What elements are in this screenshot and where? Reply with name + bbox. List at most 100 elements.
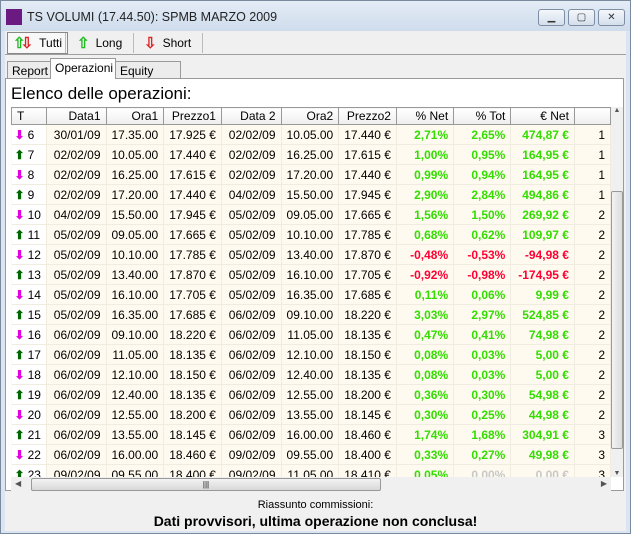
table-row[interactable]: ⬆ 15 05/02/09 16.35.00 17.685 €06/02/09 09.10…	[11, 304, 611, 325]
horizontal-scrollbar[interactable]: ◀ ||| ▶	[11, 477, 611, 492]
cell-p2: 18.135 €	[338, 364, 397, 385]
cell-o2: 12.10.00	[281, 344, 340, 365]
cell-eur: 5,00 €	[510, 364, 575, 385]
column-header[interactable]: T	[11, 107, 47, 125]
column-header[interactable]: % Net	[395, 107, 455, 125]
table-row[interactable]: ⬆ 7 02/02/09 10.05.00 17.440 €02/02/09 16.25.…	[11, 144, 611, 165]
table-row[interactable]: ⬇ 16 06/02/09 09.10.00 18.220 €06/02/09 11.05…	[11, 324, 611, 345]
table-row[interactable]: ⬇ 18 06/02/09 12.10.00 18.150 €06/02/09 12.40…	[11, 364, 611, 385]
column-header[interactable]: Prezzo1	[163, 107, 222, 125]
short-button[interactable]: ⇩ Short	[139, 32, 196, 54]
cell-tot: 0,30%	[453, 384, 512, 405]
trade-number: 6	[27, 127, 35, 142]
table-row[interactable]: ⬆ 21 06/02/09 13.55.00 18.145 €06/02/09 16.00…	[11, 424, 611, 445]
cell-eur: 494,86 €	[510, 184, 575, 205]
cell-net: 0,05%	[396, 464, 455, 477]
cell-x: 2	[574, 404, 611, 425]
type-cell: ⬇ 18	[11, 364, 47, 385]
close-button[interactable]: ✕	[598, 9, 625, 26]
long-arrow-icon: ⬆	[14, 387, 25, 402]
cell-p1: 17.665 €	[163, 224, 222, 245]
column-header[interactable]: Prezzo2	[338, 107, 397, 125]
column-header[interactable]: Ora2	[280, 107, 340, 125]
cell-d2: 02/02/09	[221, 144, 282, 165]
cell-net: 0,30%	[396, 404, 455, 425]
trade-number: 22	[27, 447, 41, 462]
cell-p1: 17.440 €	[163, 184, 222, 205]
long-arrow-icon: ⬆	[14, 347, 25, 362]
column-header[interactable]: % Tot	[453, 107, 512, 125]
cell-p1: 18.200 €	[163, 404, 222, 425]
table-row[interactable]: ⬆ 19 06/02/09 12.40.00 18.135 €06/02/09 12.55…	[11, 384, 611, 405]
cell-p2: 18.460 €	[338, 424, 397, 445]
table-row[interactable]: ⬇ 22 06/02/09 16.00.00 18.460 €09/02/09 09.55…	[11, 444, 611, 465]
type-cell: ⬇ 10	[11, 204, 47, 225]
tab-equity-line[interactable]: Equity Line	[115, 61, 181, 92]
cell-p1: 18.135 €	[163, 384, 222, 405]
long-button[interactable]: ⇧ Long	[72, 32, 127, 54]
table-row[interactable]: ⬆ 13 05/02/09 13.40.00 17.870 €05/02/09 16.10…	[11, 264, 611, 285]
tutti-button[interactable]: ⇧⇩ Tutti	[7, 32, 69, 54]
vertical-scrollbar[interactable]: ▲ ▼	[611, 107, 623, 477]
column-header[interactable]	[573, 107, 611, 125]
table-row[interactable]: ⬇ 14 05/02/09 16.10.00 17.705 €05/02/09 16.35…	[11, 284, 611, 305]
trade-number: 11	[27, 227, 41, 242]
cell-d2: 09/02/09	[221, 464, 282, 477]
cell-o1: 12.55.00	[106, 404, 165, 425]
short-arrow-icon: ⬇	[14, 167, 25, 182]
table-row[interactable]: ⬆ 11 05/02/09 09.05.00 17.665 €05/02/09 10.10…	[11, 224, 611, 245]
window-title: TS VOLUMI (17.44.50): SPMB MARZO 2009	[27, 10, 278, 24]
cell-d2: 05/02/09	[221, 204, 282, 225]
tab-operazioni[interactable]: Operazioni	[50, 58, 116, 79]
cell-net: 2,90%	[396, 184, 455, 205]
cell-p2: 17.440 €	[338, 164, 397, 185]
cell-d1: 09/02/09	[46, 464, 107, 477]
trade-number: 21	[27, 427, 41, 442]
maximize-button[interactable]: ▢	[568, 9, 595, 26]
type-cell: ⬆ 21	[11, 424, 47, 445]
table-row[interactable]: ⬇ 12 05/02/09 10.10.00 17.785 €05/02/09 13.40…	[11, 244, 611, 265]
cell-d1: 05/02/09	[46, 264, 107, 285]
column-header[interactable]: € Net	[510, 107, 575, 125]
scroll-up-icon[interactable]: ▲	[611, 107, 623, 114]
trade-number: 15	[27, 307, 41, 322]
column-header[interactable]: Data 2	[220, 107, 282, 125]
horizontal-scroll-thumb[interactable]: |||	[31, 478, 381, 491]
cell-x: 2	[574, 384, 611, 405]
column-header[interactable]: Ora1	[105, 107, 165, 125]
cell-d2: 05/02/09	[221, 224, 282, 245]
table-row[interactable]: ⬇ 10 04/02/09 15.50.00 17.945 €05/02/09 09.05…	[11, 204, 611, 225]
cell-p2: 18.135 €	[338, 324, 397, 345]
cell-tot: 2,84%	[453, 184, 512, 205]
scroll-down-icon[interactable]: ▼	[611, 470, 623, 477]
cell-x: 2	[574, 204, 611, 225]
cell-p2: 17.440 €	[338, 124, 397, 145]
vertical-scroll-thumb[interactable]	[611, 191, 623, 449]
trade-number: 16	[27, 327, 41, 342]
type-cell: ⬆ 7	[11, 144, 47, 165]
cell-d2: 04/02/09	[221, 184, 282, 205]
minimize-button[interactable]: ▁	[538, 9, 565, 26]
table-row[interactable]: ⬇ 20 06/02/09 12.55.00 18.200 €06/02/09 13.55…	[11, 404, 611, 425]
cell-d1: 05/02/09	[46, 224, 107, 245]
tab-report[interactable]: Report	[7, 61, 51, 79]
cell-p2: 18.145 €	[338, 404, 397, 425]
operations-grid: T Data1 Ora1 Prezzo1 Data 2 Ora2 Prezzo2% Net%…	[11, 107, 611, 477]
cell-o2: 16.35.00	[281, 284, 340, 305]
cell-eur: -94,98 €	[510, 244, 575, 265]
cell-x: 2	[574, 264, 611, 285]
cell-p2: 18.400 €	[338, 444, 397, 465]
table-row[interactable]: ⬇ 6 30/01/09 17.35.00 17.925 €02/02/09 10.05.…	[11, 124, 611, 145]
cell-eur: -174,95 €	[510, 264, 575, 285]
table-row[interactable]: ⬆ 17 06/02/09 11.05.00 18.135 €06/02/09 12.10…	[11, 344, 611, 365]
scroll-right-icon[interactable]: ▶	[601, 479, 607, 488]
table-row[interactable]: ⬆ 9 02/02/09 17.20.00 17.440 €04/02/09 15.50.…	[11, 184, 611, 205]
cell-x: 2	[574, 224, 611, 245]
table-row[interactable]: ⬇ 8 02/02/09 16.25.00 17.615 €02/02/09 17.20.…	[11, 164, 611, 185]
cell-p2: 18.220 €	[338, 304, 397, 325]
scroll-left-icon[interactable]: ◀	[15, 479, 21, 488]
column-header[interactable]: Data1	[45, 107, 107, 125]
table-row[interactable]: ⬆ 23 09/02/09 09.55.00 18.400 €09/02/09 11.05…	[11, 464, 611, 477]
cell-tot: 2,65%	[453, 124, 512, 145]
cell-tot: 0,41%	[453, 324, 512, 345]
